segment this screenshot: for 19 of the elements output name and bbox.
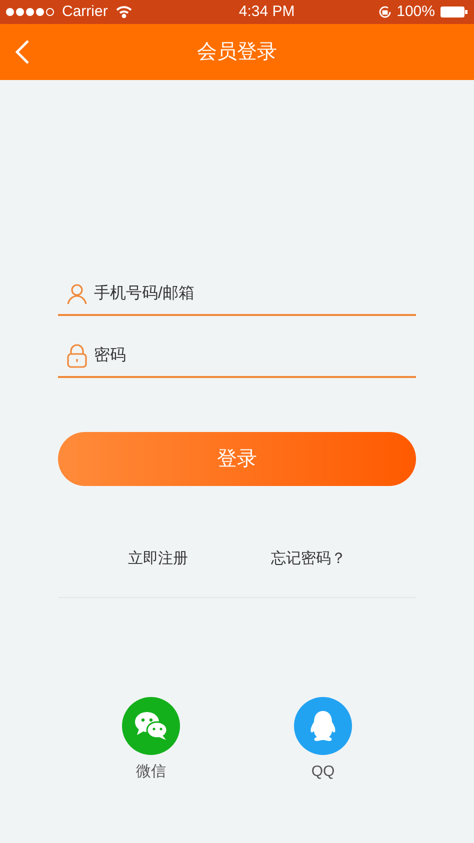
signal-icon xyxy=(6,8,54,16)
login-option-label: QQ xyxy=(311,762,335,782)
lock-icon xyxy=(66,344,88,368)
chat-bubbles-icon xyxy=(133,710,169,742)
battery-percent: 100% xyxy=(396,2,435,22)
carrier-name: Carrier xyxy=(62,2,108,22)
back-icon xyxy=(14,39,30,65)
rotation-lock-icon xyxy=(378,5,392,19)
register-link[interactable]: 立即注册 xyxy=(128,548,188,570)
page-title: 会员登录 xyxy=(197,40,277,65)
forgot-password-link[interactable]: 忘记密码？ xyxy=(271,548,346,570)
battery-icon xyxy=(440,6,468,18)
penguin-icon xyxy=(308,708,338,742)
status-time: 4:34 PM xyxy=(238,2,296,22)
account-field[interactable]: 手机号码/邮箱 xyxy=(94,282,416,306)
password-field[interactable]: 密码 xyxy=(94,344,416,368)
login-option-label: 微信 xyxy=(136,762,166,782)
user-icon xyxy=(66,283,88,305)
wifi-icon xyxy=(116,6,132,18)
